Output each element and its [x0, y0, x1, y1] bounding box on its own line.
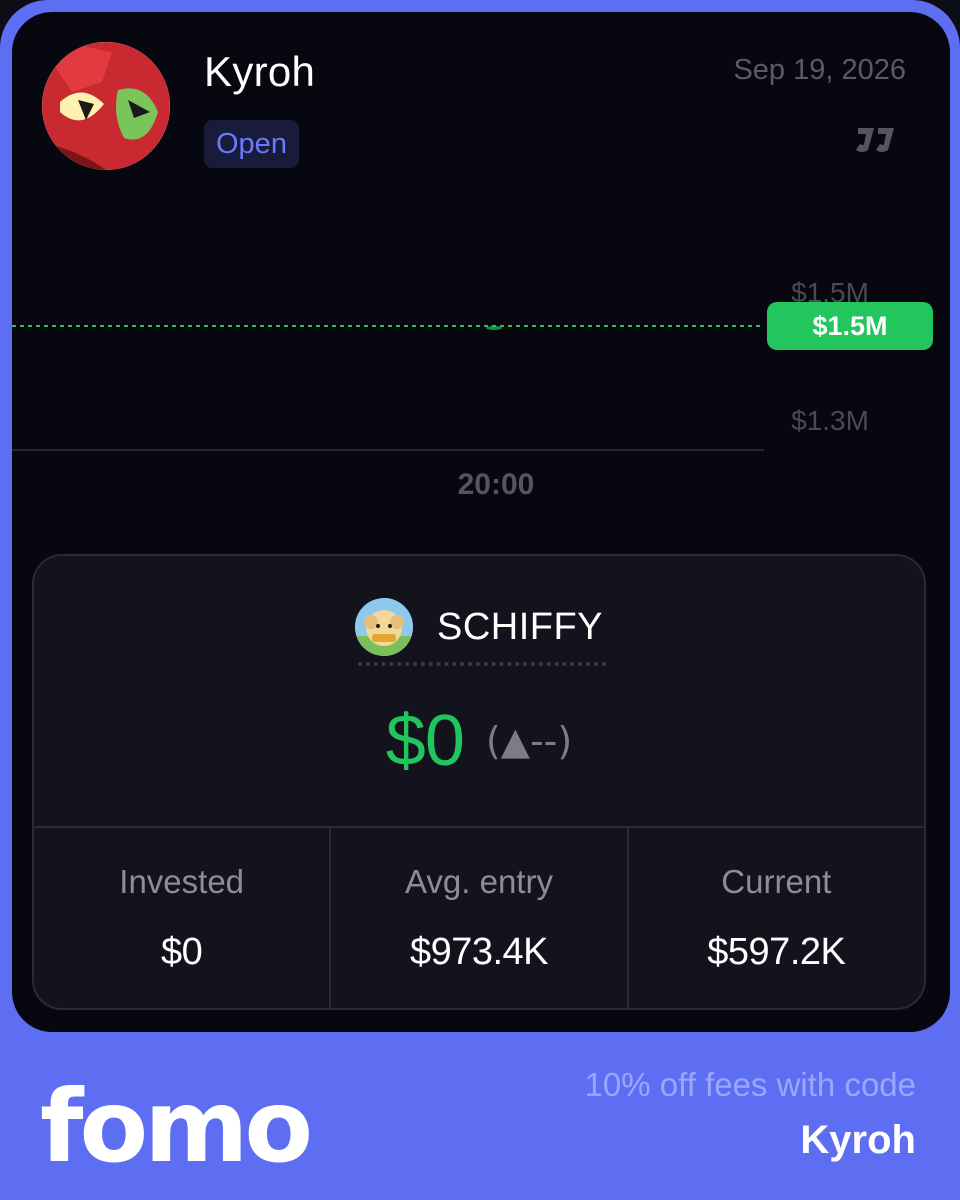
metric-avg-entry: Avg. entry $973.4K — [331, 828, 629, 1008]
metric-value: $597.2K — [707, 930, 846, 973]
stats-panel: SCHIFFY $0 (▲--) Invested $0 Avg. entry … — [32, 554, 926, 1010]
pnl-change: (▲--) — [485, 719, 573, 763]
metric-label: Avg. entry — [405, 862, 553, 900]
metric-invested: Invested $0 — [34, 828, 332, 1008]
date: Sep 19, 2026 — [733, 54, 906, 86]
status-badge: Open — [204, 120, 299, 168]
x-tick-label: 20:00 — [458, 468, 535, 501]
pnl-row: $0 (▲--) — [34, 696, 924, 786]
metric-value: $0 — [161, 930, 203, 973]
metrics-row: Invested $0 Avg. entry $973.4K Current $… — [34, 826, 924, 1008]
current-price-label: $1.5M — [812, 311, 887, 341]
token-icon — [354, 598, 413, 656]
metric-value: $973.4K — [409, 930, 549, 973]
promo-text: 10% off fees with code — [584, 1066, 916, 1103]
pnl-card: Kyroh Open Sep 19, 2026 $1.5M $1.3M $1.5… — [12, 12, 950, 1032]
token-header: SCHIFFY — [34, 592, 924, 662]
metric-label: Current — [721, 862, 832, 900]
price-chart: $1.5M $1.3M $1.5M 20:00 — [12, 277, 933, 501]
metric-label: Invested — [119, 862, 245, 900]
brand-logo-icon — [856, 128, 894, 152]
fomo-logo: fomo — [40, 1068, 313, 1185]
promo-code: Kyroh — [800, 1118, 916, 1162]
metric-current: Current $597.2K — [629, 828, 924, 1008]
y-tick-label: $1.3M — [791, 405, 869, 436]
pnl-value: $0 — [385, 701, 465, 781]
avatar-icon — [42, 42, 170, 170]
token-underline — [358, 662, 606, 666]
username: Kyroh — [204, 48, 316, 95]
avatar — [42, 42, 170, 170]
token-name[interactable]: SCHIFFY — [437, 606, 603, 649]
price-point — [486, 326, 502, 330]
